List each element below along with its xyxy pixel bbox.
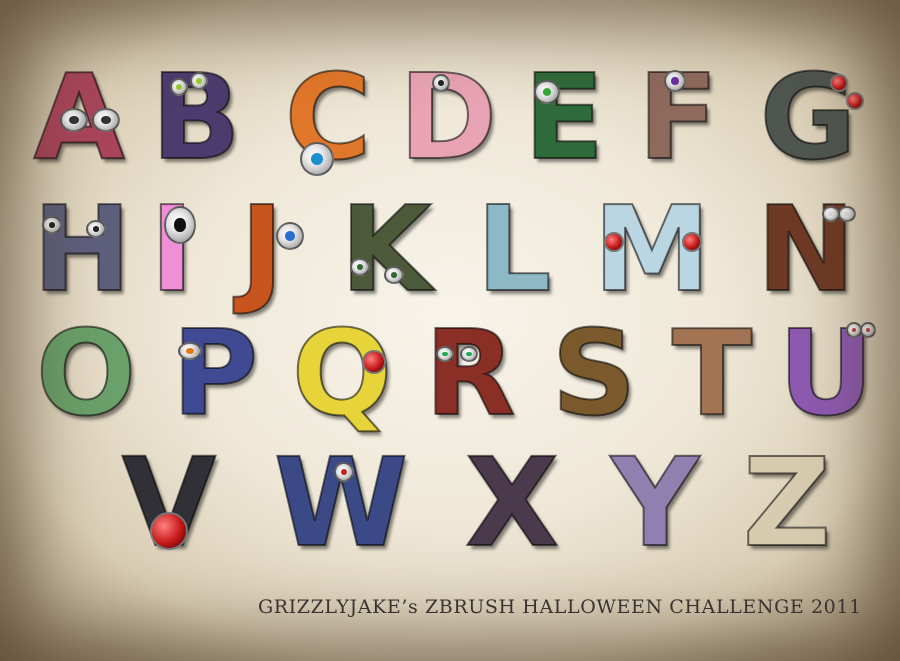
k-eye-icon: [350, 258, 370, 276]
d-eye-icon: [432, 74, 450, 92]
letter-z: Z: [742, 432, 832, 574]
letter-m: M: [592, 180, 711, 318]
f-eye-icon: [664, 70, 686, 92]
letter-p: P: [171, 304, 259, 442]
letter-w: W: [273, 432, 410, 574]
letter-o: O: [35, 304, 137, 442]
letter-x: X: [464, 432, 560, 574]
u-eye-icon: [860, 322, 876, 338]
v-face-icon: [150, 512, 188, 550]
r-eye-icon: [460, 346, 478, 362]
q-clown-nose-icon: [362, 350, 386, 374]
letter-s: S: [551, 304, 638, 442]
letter-k: K: [339, 180, 432, 318]
g-stud-icon: [830, 74, 848, 92]
b-eye-icon: [170, 78, 188, 96]
r-eye-icon: [436, 346, 454, 362]
p-eye-icon: [178, 342, 202, 360]
letter-l: L: [475, 180, 552, 318]
m-stud-icon: [604, 232, 624, 252]
letter-j: J: [239, 180, 285, 318]
letter-d: D: [398, 48, 498, 186]
h-eye-icon: [42, 216, 62, 234]
letter-t: T: [671, 304, 754, 442]
e-eye-icon: [534, 80, 560, 104]
letter-g: G: [759, 48, 858, 186]
b-eye-icon: [190, 72, 208, 90]
monster-alphabet-poster: A B C D E F G H I J K L M N O P Q R S T …: [0, 0, 900, 661]
h-eye-icon: [86, 220, 106, 238]
letter-h: H: [32, 180, 133, 318]
a-eye-icon: [92, 108, 120, 132]
a-eye-icon: [60, 108, 88, 132]
w-eye-icon: [334, 462, 354, 482]
g-stud-icon: [846, 92, 864, 110]
j-eye-icon: [276, 222, 304, 250]
m-stud-icon: [682, 232, 702, 252]
n-eye-icon: [838, 206, 856, 222]
letter-r: R: [424, 304, 517, 442]
i-eye-icon: [164, 206, 196, 244]
c-eye-icon: [300, 142, 334, 176]
letter-e: E: [523, 48, 606, 186]
letter-q: Q: [291, 304, 393, 442]
k-eye-icon: [384, 266, 404, 284]
poster-caption: GRIZZLYJAKE’s ZBRUSH HALLOWEEN CHALLENGE…: [258, 596, 862, 618]
letter-y: Y: [610, 432, 700, 574]
